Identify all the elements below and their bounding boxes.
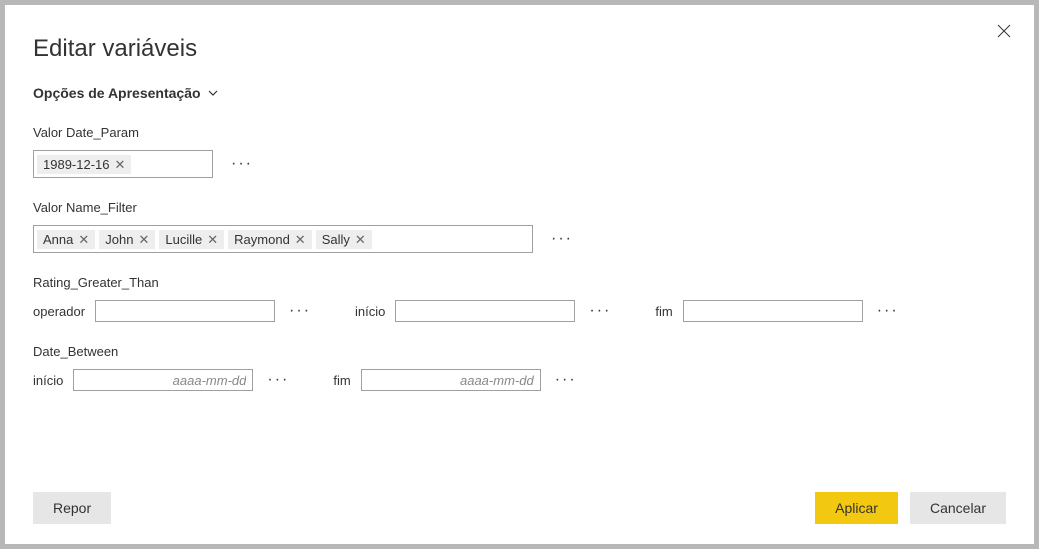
more-options-button[interactable]: ··· — [585, 303, 615, 319]
remove-tag-icon[interactable]: ✕ — [295, 233, 306, 246]
remove-tag-icon[interactable]: ✕ — [207, 233, 218, 246]
tag-text: Raymond — [234, 232, 290, 247]
field-label: Rating_Greater_Than — [33, 275, 1006, 290]
field-label: Valor Name_Filter — [33, 200, 1006, 215]
close-button[interactable] — [994, 21, 1014, 41]
operator-input[interactable] — [95, 300, 275, 322]
display-options-toggle[interactable]: Opções de Apresentação — [33, 85, 219, 101]
remove-tag-icon[interactable]: ✕ — [138, 233, 149, 246]
end-label: fim — [655, 304, 672, 319]
dialog-footer: Repor Aplicar Cancelar — [33, 482, 1006, 524]
date-between-start-input[interactable] — [73, 369, 253, 391]
dialog-title: Editar variáveis — [33, 35, 1006, 63]
edit-variables-dialog: Editar variáveis Opções de Apresentação … — [5, 5, 1034, 544]
tag[interactable]: 1989-12-16 ✕ — [37, 155, 131, 174]
rating-end-input[interactable] — [683, 300, 863, 322]
cancel-button[interactable]: Cancelar — [910, 492, 1006, 524]
end-label: fim — [333, 373, 350, 388]
more-options-button[interactable]: ··· — [547, 231, 577, 247]
start-label: início — [33, 373, 63, 388]
tag-text: Anna — [43, 232, 73, 247]
remove-tag-icon[interactable]: ✕ — [115, 158, 126, 171]
chevron-down-icon — [207, 87, 219, 99]
field-name-filter: Valor Name_Filter Anna ✕ John ✕ Lucille ✕ R… — [33, 200, 1006, 253]
remove-tag-icon[interactable]: ✕ — [355, 233, 366, 246]
more-options-button[interactable]: ··· — [227, 156, 257, 172]
close-icon — [997, 24, 1011, 38]
field-date-between: Date_Between início ··· fim ··· — [33, 344, 1006, 391]
tag[interactable]: Lucille ✕ — [159, 230, 224, 249]
reset-button[interactable]: Repor — [33, 492, 111, 524]
name-filter-input[interactable]: Anna ✕ John ✕ Lucille ✕ Raymond ✕ Sally ✕ — [33, 225, 533, 253]
more-options-button[interactable]: ··· — [263, 372, 293, 388]
tag-text: Lucille — [165, 232, 202, 247]
date-param-input[interactable]: 1989-12-16 ✕ — [33, 150, 213, 178]
tag[interactable]: John ✕ — [99, 230, 155, 249]
date-between-end-input[interactable] — [361, 369, 541, 391]
operator-label: operador — [33, 304, 85, 319]
field-rating-greater: Rating_Greater_Than operador ··· início … — [33, 275, 1006, 322]
tag-text: 1989-12-16 — [43, 157, 110, 172]
more-options-button[interactable]: ··· — [873, 303, 903, 319]
more-options-button[interactable]: ··· — [285, 303, 315, 319]
more-options-button[interactable]: ··· — [551, 372, 581, 388]
tag[interactable]: Sally ✕ — [316, 230, 372, 249]
start-label: início — [355, 304, 385, 319]
tag[interactable]: Anna ✕ — [37, 230, 95, 249]
rating-start-input[interactable] — [395, 300, 575, 322]
tag-text: Sally — [322, 232, 350, 247]
tag[interactable]: Raymond ✕ — [228, 230, 312, 249]
field-label: Valor Date_Param — [33, 125, 1006, 140]
remove-tag-icon[interactable]: ✕ — [78, 233, 89, 246]
field-date-param: Valor Date_Param 1989-12-16 ✕ ··· — [33, 125, 1006, 178]
tag-text: John — [105, 232, 133, 247]
display-options-label: Opções de Apresentação — [33, 85, 201, 101]
field-label: Date_Between — [33, 344, 1006, 359]
apply-button[interactable]: Aplicar — [815, 492, 898, 524]
content-area: Opções de Apresentação Valor Date_Param … — [33, 85, 1006, 482]
